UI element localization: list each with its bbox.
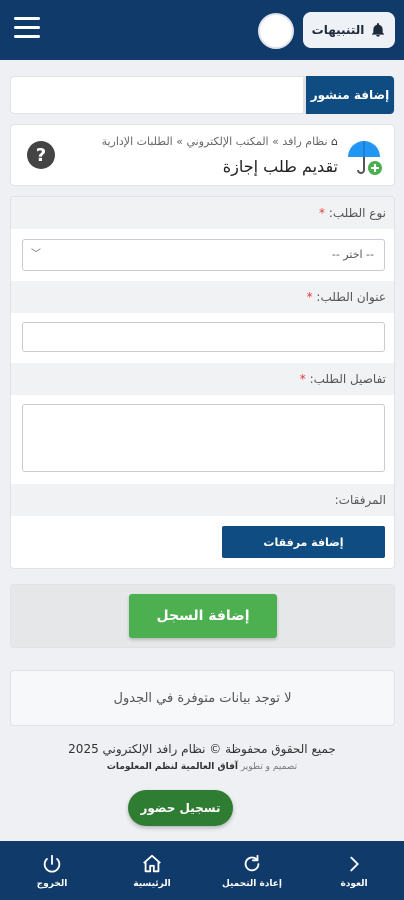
breadcrumb-separator: »: [272, 135, 279, 148]
add-attachments-button[interactable]: إضافة مرفقات: [222, 526, 385, 558]
empty-table-message: لا توجد بيانات متوفرة في الجدول: [113, 690, 292, 706]
developer-credit: تصميم و تطوير آفاق العالمية لنظم المعلوم…: [0, 762, 404, 772]
nav-logout-label: الخروج: [36, 878, 68, 889]
details-label: تفاصيل الطلب:: [309, 372, 386, 386]
home-icon: [143, 854, 161, 872]
title-label: عنوان الطلب:: [316, 290, 386, 304]
type-label: نوع الطلب:: [328, 206, 386, 220]
request-type-select[interactable]: -- اختر -- ﹀: [22, 239, 385, 271]
save-card: إضافة السجل: [10, 584, 395, 648]
chevron-down-icon: ﹀: [31, 249, 41, 260]
breadcrumb-separator: »: [176, 135, 183, 148]
help-icon[interactable]: ?: [27, 141, 55, 169]
page-title: تقديم طلب إجازة: [222, 157, 338, 176]
attachments-label-row: المرفقات:: [11, 484, 394, 516]
attachments-label: المرفقات:: [334, 493, 386, 507]
request-details-textarea[interactable]: [22, 404, 385, 472]
nav-home[interactable]: الرئيسية: [112, 841, 192, 900]
reload-icon: [244, 854, 260, 871]
home-icon[interactable]: ⌂: [331, 135, 338, 148]
nav-home-label: الرئيسية: [133, 878, 171, 889]
attendance-button[interactable]: تسجيل حضور: [128, 790, 233, 826]
developer-company-link[interactable]: آفاق العالمية لنظم المعلومات: [107, 762, 238, 772]
breadcrumb-item[interactable]: المكتب الإلكتروني: [186, 135, 268, 148]
power-icon: [43, 854, 61, 873]
breadcrumb-item[interactable]: الطلبات الإدارية: [102, 135, 173, 148]
nav-back[interactable]: العودة: [314, 841, 394, 900]
add-record-button[interactable]: إضافة السجل: [129, 594, 277, 638]
request-form: نوع الطلب: * -- اختر -- ﹀ عنوان الطلب: *…: [10, 196, 395, 569]
avatar[interactable]: [258, 13, 294, 49]
chevron-right-icon: [350, 856, 359, 871]
top-bar: التنبيهات: [0, 0, 404, 60]
title-label-row: عنوان الطلب: *: [11, 281, 394, 313]
notifications-button[interactable]: التنبيهات: [303, 12, 395, 48]
required-mark: *: [299, 372, 306, 386]
nav-reload[interactable]: إعادة التحميل: [212, 841, 292, 900]
page-header-card: ? ⌂ نظام رافد » المكتب الإلكتروني » الطل…: [10, 124, 395, 186]
bottom-nav: الخروج الرئيسية إعادة التحميل العودة: [0, 841, 404, 900]
data-table: لا توجد بيانات متوفرة في الجدول: [10, 670, 395, 726]
request-type-value: -- اختر --: [331, 248, 374, 261]
type-label-row: نوع الطلب: *: [11, 197, 394, 229]
request-title-input[interactable]: [22, 322, 385, 352]
bell-icon: [372, 23, 385, 37]
nav-logout[interactable]: الخروج: [12, 841, 92, 900]
nav-back-label: العودة: [340, 878, 368, 889]
copyright-text: جميع الحقوق محفوظة © نظام رافد الإلكترون…: [68, 742, 336, 756]
notifications-label: التنبيهات: [311, 23, 365, 37]
nav-reload-label: إعادة التحميل: [221, 878, 283, 889]
hamburger-menu-icon[interactable]: [14, 17, 40, 39]
required-mark: *: [319, 206, 326, 220]
add-post-button[interactable]: إضافة منشور: [303, 76, 394, 114]
breadcrumb: ⌂ نظام رافد » المكتب الإلكتروني » الطلبا…: [102, 135, 338, 148]
details-label-row: تفاصيل الطلب: *: [11, 363, 394, 395]
required-mark: *: [306, 290, 313, 304]
add-post-card: إضافة منشور: [10, 76, 395, 114]
developer-prefix: تصميم و تطوير: [240, 762, 298, 772]
breadcrumb-item[interactable]: نظام رافد: [282, 135, 327, 148]
umbrella-icon: [348, 141, 382, 175]
